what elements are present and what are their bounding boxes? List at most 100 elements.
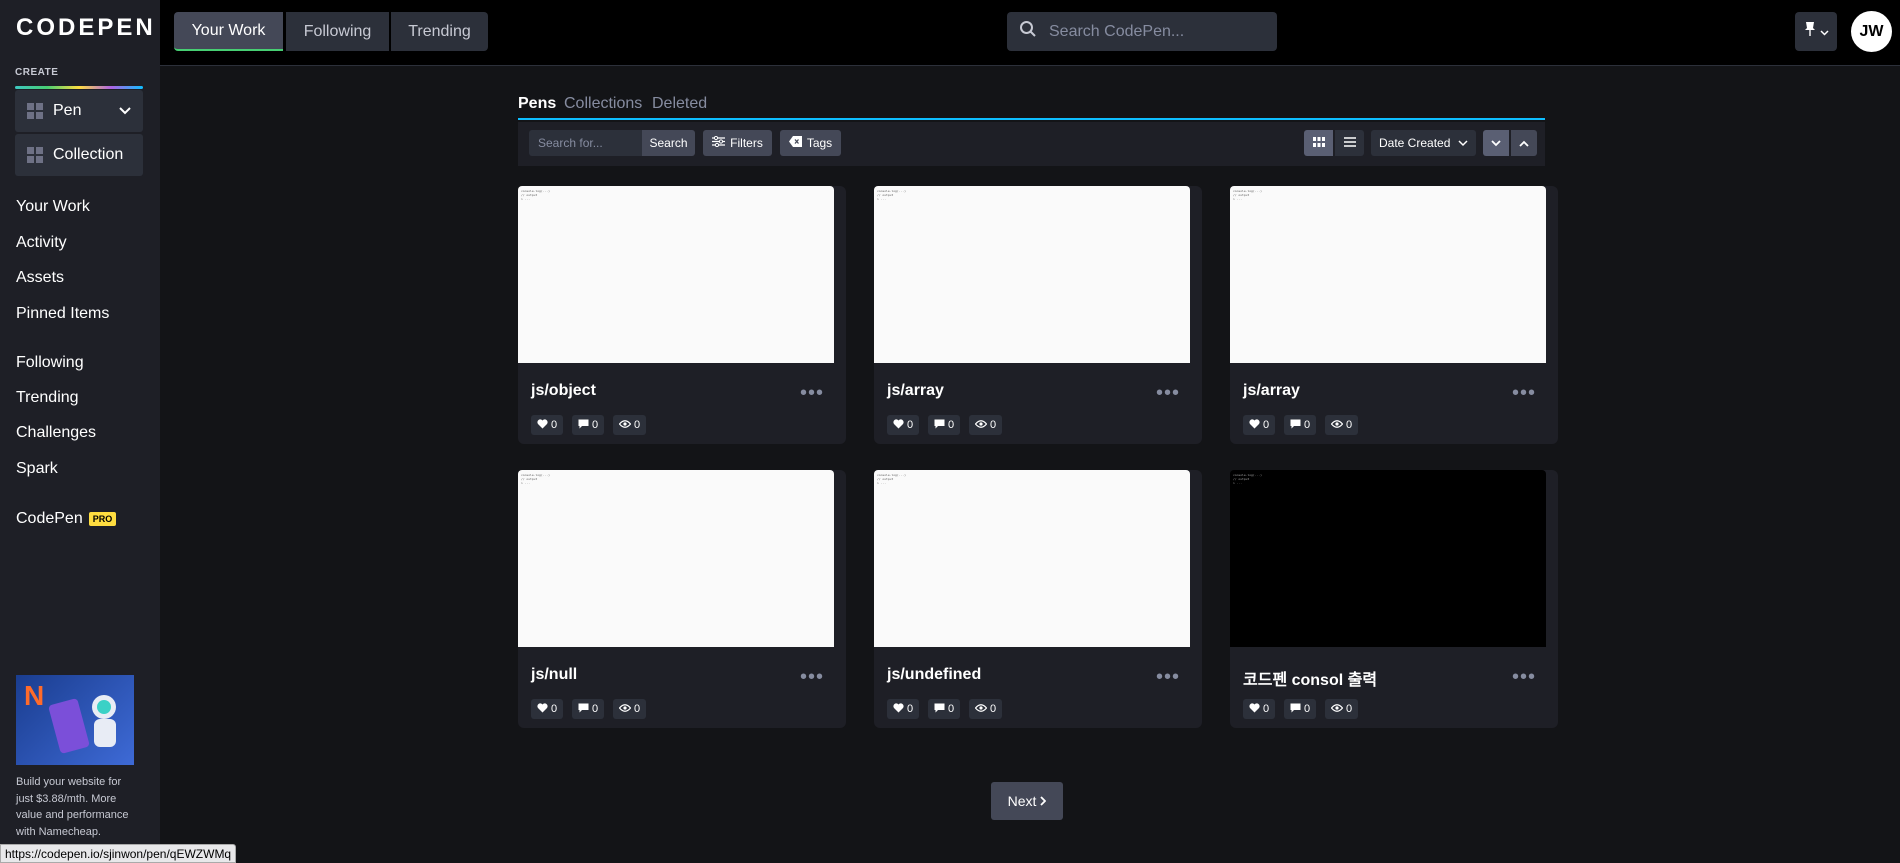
pinned-items-button[interactable]	[1795, 12, 1837, 51]
codepen-logo[interactable]: CODEPEN	[16, 14, 156, 42]
search-input[interactable]	[1047, 21, 1251, 42]
more-options-icon[interactable]: •••	[800, 666, 824, 689]
sort-ascending-button[interactable]	[1511, 130, 1537, 156]
comment-count-button[interactable]: 0	[1284, 415, 1317, 435]
comment-count: 0	[1304, 703, 1311, 715]
pen-card[interactable]: console.log(...) // output > ... js/array…	[1230, 186, 1558, 444]
heart-icon	[893, 702, 904, 716]
pen-card[interactable]: console.log(...) // output > ... js/null •…	[518, 470, 846, 728]
pen-title[interactable]: js/array	[887, 382, 944, 400]
pen-title[interactable]: js/object	[531, 382, 596, 400]
pen-title[interactable]: js/undefined	[887, 666, 981, 684]
more-options-icon[interactable]: •••	[1512, 382, 1536, 405]
heart-icon	[537, 418, 548, 432]
svg-text:N: N	[24, 680, 44, 711]
preview-code: console.log(...) // output > ...	[521, 473, 550, 485]
sidebar-item-assets[interactable]: Assets	[16, 269, 64, 287]
more-options-icon[interactable]: •••	[1512, 666, 1536, 689]
pen-preview[interactable]: console.log(...) // output > ...	[874, 470, 1190, 647]
view-count: 0	[990, 419, 997, 431]
sidebar-item-codepen-pro[interactable]: CodePen PRO	[16, 510, 117, 528]
sidebar-item-pinned-items[interactable]: Pinned Items	[16, 305, 109, 323]
pen-preview[interactable]: console.log(...) // output > ...	[1230, 470, 1546, 647]
view-count-button[interactable]: 0	[613, 699, 647, 719]
pen-card[interactable]: console.log(...) // output > ... js/array…	[874, 186, 1202, 444]
like-count: 0	[1263, 703, 1270, 715]
list-view-button[interactable]	[1335, 130, 1364, 156]
filter-search-input[interactable]	[529, 130, 642, 156]
view-count-button[interactable]: 0	[1325, 415, 1359, 435]
sidebar-item-following[interactable]: Following	[16, 354, 84, 372]
comment-count-button[interactable]: 0	[572, 699, 605, 719]
view-count: 0	[634, 419, 641, 431]
comment-count-button[interactable]: 0	[928, 699, 961, 719]
grid-view-button[interactable]	[1304, 130, 1333, 156]
pen-preview[interactable]: console.log(...) // output > ...	[874, 186, 1190, 363]
comment-count-button[interactable]: 0	[928, 415, 961, 435]
like-count-button[interactable]: 0	[887, 699, 920, 719]
next-label: Next	[1007, 793, 1037, 809]
like-count-button[interactable]: 0	[1243, 699, 1276, 719]
pen-preview[interactable]: console.log(...) // output > ...	[518, 186, 834, 363]
tags-button[interactable]: Tags	[780, 130, 841, 156]
tab-pens[interactable]: Pens	[518, 95, 556, 113]
view-count-button[interactable]: 0	[613, 415, 647, 435]
view-count-button[interactable]: 0	[969, 415, 1003, 435]
chevron-right-icon	[1040, 793, 1047, 809]
pen-preview[interactable]: console.log(...) // output > ...	[1230, 186, 1546, 363]
next-page-button[interactable]: Next	[991, 782, 1063, 820]
sidebar-item-spark[interactable]: Spark	[16, 460, 58, 478]
like-count-button[interactable]: 0	[531, 415, 564, 435]
sort-label: Date Created	[1379, 136, 1451, 150]
status-bar-url: https://codepen.io/sjinwon/pen/qEWZWMq	[0, 844, 237, 863]
tab-underline	[518, 118, 1545, 120]
comment-count-button[interactable]: 0	[1284, 699, 1317, 719]
eye-icon	[1330, 419, 1344, 431]
pen-card[interactable]: console.log(...) // output > ... 코드펜 cons…	[1230, 470, 1558, 728]
filters-button[interactable]: Filters	[703, 130, 772, 156]
comment-count-button[interactable]: 0	[572, 415, 605, 435]
create-collection-label: Collection	[53, 146, 124, 163]
sort-select[interactable]: Date Created	[1371, 130, 1476, 156]
tab-collections[interactable]: Collections	[564, 95, 642, 113]
create-collection-button[interactable]: Collection	[15, 134, 143, 176]
more-options-icon[interactable]: •••	[800, 382, 824, 405]
like-count: 0	[907, 419, 914, 431]
search-box[interactable]	[1007, 12, 1277, 51]
comment-icon	[578, 419, 589, 432]
chevron-down-icon[interactable]	[119, 102, 131, 120]
ad-image[interactable]: N	[16, 675, 134, 765]
like-count-button[interactable]: 0	[887, 415, 920, 435]
search-button[interactable]: Search	[642, 130, 695, 156]
tab-deleted[interactable]: Deleted	[652, 95, 707, 113]
more-options-icon[interactable]: •••	[1156, 382, 1180, 405]
pen-title[interactable]: 코드펜 consol 출력	[1243, 666, 1377, 690]
pen-preview[interactable]: console.log(...) // output > ...	[518, 470, 834, 647]
more-options-icon[interactable]: •••	[1156, 666, 1180, 689]
like-count-button[interactable]: 0	[1243, 415, 1276, 435]
sidebar-item-trending[interactable]: Trending	[16, 389, 79, 407]
ad-text[interactable]: Build your website for just $3.88/mth. M…	[16, 774, 136, 840]
sidebar-item-activity[interactable]: Activity	[16, 234, 67, 252]
sort-descending-button[interactable]	[1483, 130, 1509, 156]
pen-card[interactable]: console.log(...) // output > ... js/objec…	[518, 186, 846, 444]
like-count-button[interactable]: 0	[531, 699, 564, 719]
like-count: 0	[907, 703, 914, 715]
view-count-button[interactable]: 0	[969, 699, 1003, 719]
pen-title[interactable]: js/array	[1243, 382, 1300, 400]
view-count: 0	[1346, 703, 1353, 715]
tab-following[interactable]: Following	[286, 12, 389, 51]
pen-card[interactable]: console.log(...) // output > ... js/undef…	[874, 470, 1202, 728]
pen-title[interactable]: js/null	[531, 666, 577, 684]
user-avatar[interactable]: JW	[1851, 11, 1892, 52]
preview-code: console.log(...) // output > ...	[1233, 473, 1262, 485]
search-icon	[1019, 20, 1037, 43]
tab-your-work[interactable]: Your Work	[174, 12, 283, 51]
pin-icon	[1804, 21, 1816, 42]
sidebar-item-challenges[interactable]: Challenges	[16, 424, 96, 442]
comment-icon	[1290, 419, 1301, 432]
view-count-button[interactable]: 0	[1325, 699, 1359, 719]
tab-trending[interactable]: Trending	[391, 12, 488, 51]
sidebar-item-your-work[interactable]: Your Work	[16, 198, 90, 216]
create-pen-button[interactable]: Pen	[15, 90, 143, 132]
